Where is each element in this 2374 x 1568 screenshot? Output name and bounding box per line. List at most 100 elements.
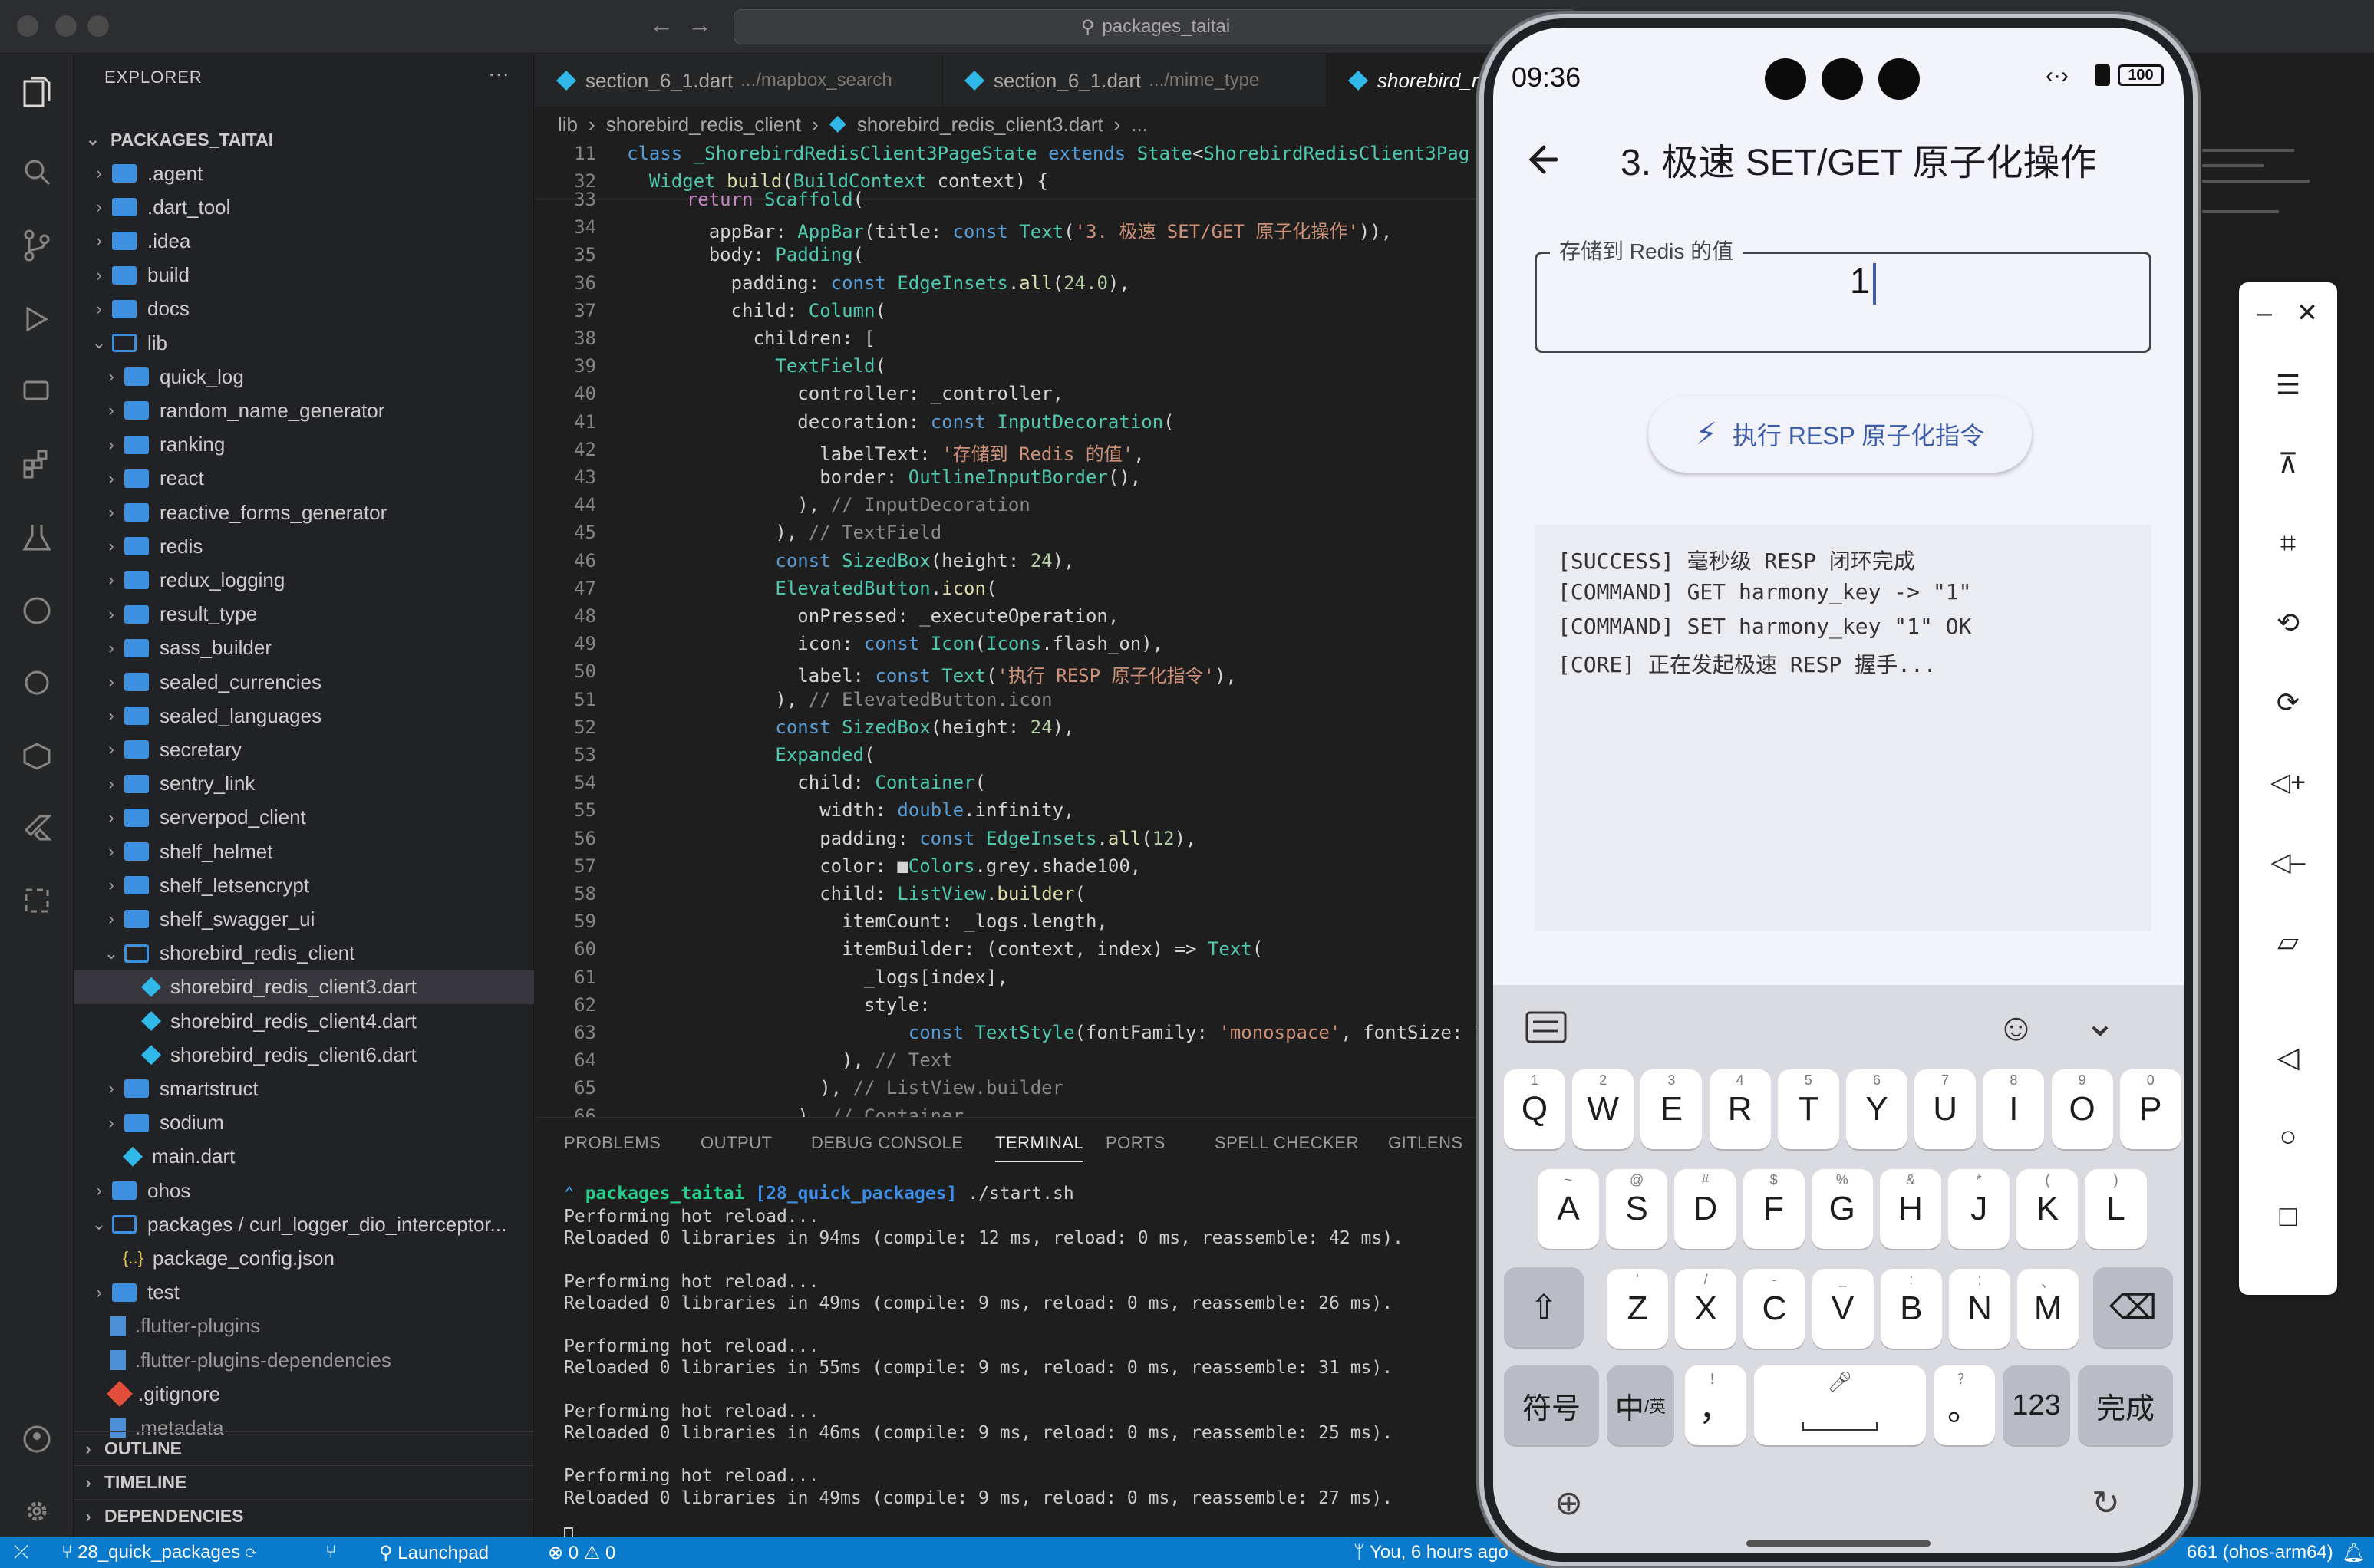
explorer-item[interactable]: ⌄ shorebird_redis_client xyxy=(74,937,534,970)
pin-top-icon[interactable]: ⊼ xyxy=(2239,440,2337,486)
panel-tab[interactable]: DEBUG CONSOLE xyxy=(811,1133,963,1153)
explorer-item[interactable]: › serverpod_client xyxy=(74,801,534,835)
explorer-item[interactable]: › reactive_forms_generator xyxy=(74,496,534,529)
key-a[interactable]: ~ A xyxy=(1538,1169,1599,1249)
explorer-item[interactable]: › build xyxy=(74,259,534,292)
run-debug-icon[interactable] xyxy=(14,296,60,342)
breadcrumb-item[interactable]: lib xyxy=(558,113,578,137)
tab-section-6-1-mapbox[interactable]: section_6_1.dart .../mapbox_search xyxy=(535,54,943,107)
rotate-left-icon[interactable]: ⟲ xyxy=(2239,600,2337,646)
numbers-key[interactable]: 123 xyxy=(2003,1365,2070,1445)
panel-tab[interactable]: PORTS xyxy=(1106,1133,1166,1153)
key-k[interactable]: (K xyxy=(2016,1169,2079,1249)
remote-icon[interactable]: ⤫ xyxy=(14,1542,28,1563)
forward-arrow-icon[interactable]: → xyxy=(687,11,712,39)
breadcrumb-item[interactable]: shorebird_redis_client3.dart xyxy=(857,113,1103,137)
git-graph-icon[interactable] xyxy=(14,588,60,634)
key-n[interactable]: ; N xyxy=(1949,1269,2010,1349)
explorer-item[interactable]: › react xyxy=(74,462,534,496)
screenshot-icon[interactable] xyxy=(14,878,60,924)
explorer-item[interactable]: › sealed_currencies xyxy=(74,665,534,699)
panel-tab[interactable]: PROBLEMS xyxy=(564,1133,661,1153)
explorer-item[interactable]: .flutter-plugins xyxy=(74,1309,534,1343)
backspace-key[interactable]: ⌫ xyxy=(2093,1267,2173,1347)
explorer-item[interactable]: › redux_logging xyxy=(74,563,534,597)
shake-icon[interactable]: ▱ xyxy=(2239,919,2337,965)
key-o[interactable]: 9O xyxy=(2051,1069,2113,1149)
explorer-item[interactable]: › ohos xyxy=(74,1174,534,1207)
home-indicator[interactable] xyxy=(1746,1540,1931,1547)
globe-icon[interactable]: ⊕ xyxy=(1555,1484,1583,1523)
explorer-item[interactable]: › result_type xyxy=(74,598,534,631)
volume-up-icon[interactable]: ◁+ xyxy=(2239,759,2337,805)
explorer-item[interactable]: › .idea xyxy=(74,224,534,258)
period-key[interactable]: ？。 xyxy=(1934,1365,1995,1445)
key-i[interactable]: 8I xyxy=(1983,1069,2045,1149)
explorer-item[interactable]: › shelf_swagger_ui xyxy=(74,902,534,936)
explorer-item[interactable]: › docs xyxy=(74,292,534,326)
explorer-item[interactable]: › sass_builder xyxy=(74,631,534,665)
explorer-item[interactable]: › sealed_languages xyxy=(74,699,534,733)
explorer-item[interactable]: › redis xyxy=(74,529,534,563)
section-outline[interactable]: › OUTLINE xyxy=(74,1431,534,1465)
back-arrow-icon[interactable] xyxy=(1522,137,1568,183)
menu-icon[interactable]: ☰ xyxy=(2239,362,2337,408)
branch-status[interactable]: ⑂ 28_quick_packages ⟳ xyxy=(61,1542,256,1563)
explorer-item[interactable]: main.dart xyxy=(74,1140,534,1174)
explorer-item[interactable]: › ranking xyxy=(74,428,534,462)
crop-icon[interactable]: ⌗ xyxy=(2239,520,2337,566)
key-g[interactable]: % G xyxy=(1811,1169,1873,1249)
key-w[interactable]: 2W xyxy=(1572,1069,1634,1149)
notifications-icon[interactable]: 🔔︎ xyxy=(2342,1542,2365,1564)
remote-explorer-icon[interactable] xyxy=(14,368,60,414)
key-v[interactable]: _ V xyxy=(1812,1269,1874,1349)
explorer-item[interactable]: › smartstruct xyxy=(74,1072,534,1105)
settings-gear-icon[interactable] xyxy=(14,1488,60,1534)
explorer-item[interactable]: › .agent xyxy=(74,156,534,190)
key-m[interactable]: 、 M xyxy=(2017,1269,2079,1349)
redis-value-field[interactable]: 1 xyxy=(1535,252,2151,353)
execute-resp-button[interactable]: ⚡︎ 执行 RESP 原子化指令 xyxy=(1648,396,2032,473)
emoji-icon[interactable]: ☺ xyxy=(1996,1005,2036,1049)
explorer-item[interactable]: › sentry_link xyxy=(74,767,534,801)
search-icon[interactable] xyxy=(14,149,60,195)
problems-status[interactable]: ⊗ 0 ⚠ 0 xyxy=(548,1542,615,1564)
key-j[interactable]: * J xyxy=(1948,1169,2010,1249)
key-b[interactable]: :B xyxy=(1880,1269,1942,1349)
explorer-item[interactable]: ⌄ packages / curl_logger_dio_interceptor.… xyxy=(74,1207,534,1241)
explorer-item[interactable]: › test xyxy=(74,1276,534,1309)
git-blame-status[interactable]: ᛘ You, 6 hours ago xyxy=(1354,1542,1508,1563)
key-f[interactable]: $ F xyxy=(1743,1169,1805,1249)
explorer-icon[interactable] xyxy=(14,69,60,115)
account-icon[interactable] xyxy=(14,1416,60,1462)
done-key[interactable]: 完成 xyxy=(2078,1365,2173,1445)
key-d[interactable]: # D xyxy=(1674,1169,1736,1249)
explorer-item[interactable]: › .dart_tool xyxy=(74,190,534,224)
symbols-key[interactable]: 符号 xyxy=(1504,1365,1599,1445)
log-container[interactable]: [SUCCESS] 毫秒级 RESP 闭环完成 [COMMAND] GET har… xyxy=(1535,525,2151,931)
comma-key[interactable]: ！， xyxy=(1685,1365,1746,1445)
collapse-keyboard-icon[interactable]: ⌄ xyxy=(2084,1000,2116,1045)
close-icon[interactable]: ✕ xyxy=(2277,290,2337,336)
rotate-icon[interactable]: ↻ xyxy=(2092,1484,2120,1523)
minimize-window-icon[interactable] xyxy=(55,15,77,37)
gitlens-icon[interactable] xyxy=(14,660,60,706)
launchpad-status[interactable]: ⚲ Launchpad xyxy=(379,1542,489,1564)
nav-recents-icon[interactable]: □ xyxy=(2239,1194,2337,1240)
panel-tab[interactable]: TERMINAL xyxy=(995,1133,1084,1162)
key-e[interactable]: 3E xyxy=(1640,1069,1703,1149)
key-t[interactable]: 5T xyxy=(1777,1069,1839,1149)
testing-icon[interactable] xyxy=(14,514,60,560)
key-h[interactable]: & H xyxy=(1880,1169,1941,1249)
explorer-item[interactable]: shorebird_redis_client3.dart xyxy=(74,970,534,1004)
extensions-icon[interactable] xyxy=(14,440,60,486)
key-y[interactable]: 6Y xyxy=(1846,1069,1907,1149)
close-window-icon[interactable] xyxy=(17,15,38,37)
panel-tab[interactable]: GITLENS xyxy=(1388,1133,1463,1153)
breadcrumb-item[interactable]: shorebird_redis_client xyxy=(606,113,801,137)
key-u[interactable]: 7U xyxy=(1914,1069,1977,1149)
workspace-root[interactable]: ⌄ PACKAGES_TAITAI xyxy=(74,123,534,156)
breadcrumb-item[interactable]: ... xyxy=(1131,113,1148,137)
source-control-icon[interactable] xyxy=(14,222,60,268)
key-l[interactable]: ) L xyxy=(2085,1169,2147,1249)
